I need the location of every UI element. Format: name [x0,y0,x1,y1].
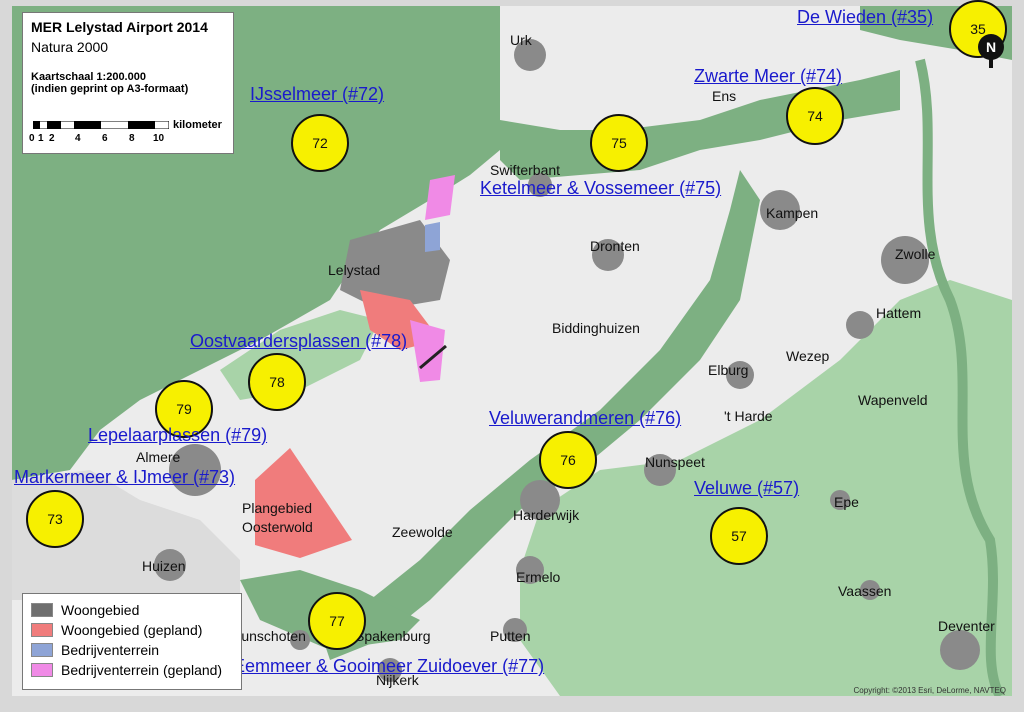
place-label: Lelystad [328,262,381,278]
scale-tick: 8 [129,133,135,144]
natura2000-marker[interactable]: 75 [590,114,648,172]
natura2000-link[interactable]: De Wieden (#35) [797,7,933,28]
place-label: Hattem [876,305,922,321]
place-label: Oosterwold [242,519,313,535]
natura2000-marker[interactable]: 74 [786,87,844,145]
place-label: Elburg [708,362,749,378]
legend-item: Bedrijventerrein [31,640,233,660]
place-label: Urk [510,32,532,48]
legend-label: Bedrijventerrein [61,642,160,658]
place-label: Harderwijk [513,507,580,523]
coordinate-frame-right [1012,0,1024,712]
place-label: 't Harde [724,408,773,424]
natura2000-marker[interactable]: 73 [26,490,84,548]
scale-bar [33,121,169,129]
map-subtitle: Natura 2000 [31,39,109,55]
legend-swatch [31,663,53,677]
place-label: Ens [712,88,737,104]
scale-tick: 6 [102,133,108,144]
place-label: Putten [490,628,531,644]
natura2000-marker[interactable]: 77 [308,592,366,650]
legend-swatch [31,623,53,637]
north-arrow-pin [989,58,993,68]
place-label: Wapenveld [858,392,928,408]
place-label: Dronten [590,238,640,254]
natura2000-link[interactable]: Veluwe (#57) [694,478,799,499]
place-label: Ermelo [516,569,561,585]
legend-label: Woongebied [61,602,140,618]
natura2000-marker[interactable]: 72 [291,114,349,172]
natura2000-link[interactable]: Oostvaardersplassen (#78) [190,331,407,352]
legend-label: Woongebied (gepland) [61,622,203,638]
place-label: Almere [136,449,181,465]
natura2000-link[interactable]: Veluwerandmeren (#76) [489,408,681,429]
natura2000-link[interactable]: Markermeer & IJmeer (#73) [14,467,235,488]
scale-tick: 4 [75,133,81,144]
map-canvas[interactable]: Urk Ens Swifterbant Kampen Dronten Lelys… [0,0,1024,712]
map-title-box: MER Lelystad Airport 2014 Natura 2000 Ka… [22,12,234,154]
scale-text: Kaartschaal 1:200.000 [31,71,146,83]
place-label: Plangebied [242,500,313,516]
natura2000-link[interactable]: Eemmeer & Gooimeer Zuidoever (#77) [233,656,544,677]
place-label: Wezep [786,348,830,364]
scale-tick: 1 [38,133,44,144]
place-label: Swifterbant [490,162,561,178]
natura2000-marker[interactable]: 76 [539,431,597,489]
scale-unit: kilometer [173,119,222,131]
coordinate-frame-left [0,0,12,712]
scale-note: (indien geprint op A3-formaat) [31,83,189,95]
place-label: Nunspeet [645,454,705,470]
legend-label: Bedrijventerrein (gepland) [61,662,223,678]
coordinate-frame-bottom [0,696,1024,712]
legend-swatch [31,643,53,657]
map-title: MER Lelystad Airport 2014 [31,19,208,35]
legend-item: Woongebied (gepland) [31,620,233,640]
legend-swatch [31,603,53,617]
place-label: Spakenburg [355,628,431,644]
natura2000-link[interactable]: Ketelmeer & Vossemeer (#75) [480,178,721,199]
place-label: Zeewolde [392,524,453,540]
place-label: Huizen [142,558,186,574]
coordinate-frame-top [0,0,1024,6]
place-label: Biddinghuizen [552,320,640,336]
legend-item: Woongebied [31,600,233,620]
natura2000-link[interactable]: IJsselmeer (#72) [250,84,384,105]
natura2000-link[interactable]: Zwarte Meer (#74) [694,66,842,87]
place-label: Epe [834,494,859,510]
place-label: Vaassen [838,583,892,599]
scale-tick: 0 [29,133,35,144]
place-label: Bunschoten [232,628,306,644]
natura2000-marker[interactable]: 78 [248,353,306,411]
natura2000-link[interactable]: Lepelaarplassen (#79) [88,425,267,446]
scale-tick: 2 [49,133,55,144]
north-arrow-icon: N [978,34,1004,60]
place-label: Kampen [766,205,819,221]
map-legend: Woongebied Woongebied (gepland) Bedrijve… [22,593,242,690]
scale-tick: 10 [153,133,165,144]
place-label: Zwolle [895,246,936,262]
copyright-text: Copyright: ©2013 Esri, DeLorme, NAVTEQ [853,686,1006,695]
natura2000-marker[interactable]: 57 [710,507,768,565]
place-label: Deventer [938,618,995,634]
legend-item: Bedrijventerrein (gepland) [31,660,233,680]
